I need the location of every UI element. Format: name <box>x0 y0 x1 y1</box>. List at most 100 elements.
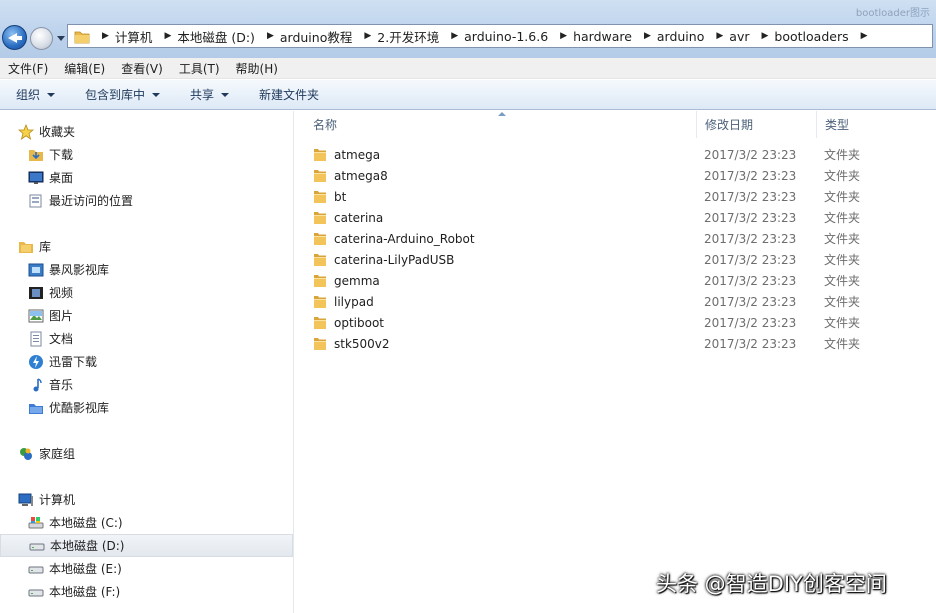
file-row[interactable]: caterina-Arduino_Robot 2017/3/2 23:23 文件夹 <box>305 228 925 249</box>
chevron-right-icon[interactable]: ▶ <box>156 31 173 41</box>
nav-item[interactable]: 迅雷下载 <box>0 350 293 373</box>
nav-item[interactable]: 本地磁盘 (E:) <box>0 557 293 580</box>
command-label: 共享 <box>190 88 215 102</box>
nav-item[interactable]: 暴风影视库 <box>0 258 293 281</box>
video-icon <box>28 285 44 301</box>
nav-item[interactable]: 计算机 <box>0 488 293 511</box>
breadcrumb-item[interactable]: 2.开发环境 <box>373 27 443 46</box>
nav-item[interactable]: 库 <box>0 235 293 258</box>
drive-icon <box>28 561 44 577</box>
nav-item[interactable]: 文档 <box>0 327 293 350</box>
chevron-right-icon[interactable]: ▶ <box>443 31 460 41</box>
menu-item[interactable]: 帮助(H) <box>236 60 278 77</box>
navigation-pane: 收藏夹下载桌面最近访问的位置库暴风影视库视频图片文档 迅雷下载 音乐 优酷影视库家庭组… <box>0 111 294 613</box>
chevron-right-icon[interactable]: ▶ <box>853 31 870 41</box>
nav-item[interactable]: 本地磁盘 (C:) <box>0 511 293 534</box>
file-name: stk500v2 <box>334 336 390 351</box>
back-button[interactable] <box>2 25 27 50</box>
folder-icon <box>313 231 327 246</box>
nav-item-label: 下载 <box>49 148 74 162</box>
command-button[interactable]: 新建文件夹 <box>259 86 319 103</box>
breadcrumb-item[interactable]: arduino教程 <box>276 27 356 46</box>
file-date: 2017/3/2 23:23 <box>704 273 797 288</box>
window-title: bootloader图示 <box>855 8 930 19</box>
breadcrumb-item[interactable]: 本地磁盘 (D:) <box>173 27 259 46</box>
nav-item-label: 桌面 <box>49 171 74 185</box>
nav-item-label: 本地磁盘 (E:) <box>49 562 122 576</box>
breadcrumb-item[interactable]: arduino <box>653 29 708 44</box>
nav-item[interactable]: 收藏夹 <box>0 120 293 143</box>
menu-item[interactable]: 工具(T) <box>179 60 220 77</box>
chevron-right-icon[interactable]: ▶ <box>356 31 373 41</box>
nav-item[interactable]: 本地磁盘 (F:) <box>0 580 293 603</box>
file-name: caterina-Arduino_Robot <box>334 231 475 246</box>
menu-item[interactable]: 查看(V) <box>121 60 163 77</box>
chevron-right-icon[interactable]: ▶ <box>636 31 653 41</box>
breadcrumb: 计算机 ▶ 本地磁盘 (D:) ▶ arduino教程 ▶ 2.开发环境 ▶ arduino-1… <box>111 27 870 46</box>
folder-icon <box>313 273 327 288</box>
nav-item-label: 本地磁盘 (C:) <box>49 516 123 530</box>
file-row[interactable]: stk500v2 2017/3/2 23:23 文件夹 <box>305 333 925 354</box>
column-date-header[interactable]: 修改日期 <box>697 111 817 138</box>
breadcrumb-item[interactable]: hardware <box>569 29 636 44</box>
chevron-down-icon <box>47 92 56 97</box>
chevron-right-icon[interactable]: ▶ <box>708 31 725 41</box>
file-row[interactable]: atmega 2017/3/2 23:23 文件夹 <box>305 144 925 165</box>
column-name-header[interactable]: 名称 <box>305 111 697 138</box>
nav-item[interactable]: 下载 <box>0 143 293 166</box>
nav-item[interactable]: 图片 <box>0 304 293 327</box>
nav-item-label: 图片 <box>49 309 74 323</box>
file-date: 2017/3/2 23:23 <box>704 147 797 162</box>
file-row[interactable]: gemma 2017/3/2 23:23 文件夹 <box>305 270 925 291</box>
nav-item[interactable]: 最近访问的位置 <box>0 189 293 212</box>
nav-item[interactable]: 本地磁盘 (D:) <box>0 534 293 557</box>
menu-item[interactable]: 文件(F) <box>8 60 48 77</box>
recent-pages-dropdown[interactable] <box>57 36 65 41</box>
file-row[interactable]: caterina-LilyPadUSB 2017/3/2 23:23 文件夹 <box>305 249 925 270</box>
nav-item[interactable]: 视频 <box>0 281 293 304</box>
file-row[interactable]: optiboot 2017/3/2 23:23 文件夹 <box>305 312 925 333</box>
file-date: 2017/3/2 23:23 <box>704 189 797 204</box>
column-type-header[interactable]: 类型 <box>817 111 936 138</box>
breadcrumb-item[interactable]: bootloaders <box>770 29 852 44</box>
nav-item[interactable]: 桌面 <box>0 166 293 189</box>
file-name: optiboot <box>334 315 385 330</box>
download-folder-icon <box>28 147 44 163</box>
command-button[interactable]: 组织 <box>16 86 56 103</box>
file-row[interactable]: bt 2017/3/2 23:23 文件夹 <box>305 186 925 207</box>
drive-icon <box>28 584 44 600</box>
folder-icon <box>313 315 327 330</box>
file-name: gemma <box>334 273 380 288</box>
file-row[interactable]: lilypad 2017/3/2 23:23 文件夹 <box>305 291 925 312</box>
menu-item[interactable]: 编辑(E) <box>64 60 105 77</box>
command-button[interactable]: 包含到库中 <box>85 86 161 103</box>
file-row[interactable]: atmega8 2017/3/2 23:23 文件夹 <box>305 165 925 186</box>
music-icon <box>28 377 44 393</box>
command-button[interactable]: 共享 <box>190 86 230 103</box>
breadcrumb-item[interactable]: arduino-1.6.6 <box>460 29 552 44</box>
chevron-right-icon[interactable]: ▶ <box>552 31 569 41</box>
folder-icon <box>74 30 90 43</box>
nav-item[interactable]: 家庭组 <box>0 442 293 465</box>
breadcrumb-item[interactable]: avr <box>725 29 753 44</box>
breadcrumb-item[interactable]: 计算机 <box>111 27 157 46</box>
watermark: 头条 @智造DIY创客空间 <box>656 572 887 596</box>
nav-item-label: 计算机 <box>39 493 76 507</box>
file-type: 文件夹 <box>824 190 861 204</box>
forward-button[interactable] <box>30 27 53 50</box>
file-name: caterina <box>334 210 384 225</box>
folder-icon <box>313 294 327 309</box>
chevron-right-icon[interactable]: ▶ <box>94 31 111 41</box>
file-row[interactable]: caterina 2017/3/2 23:23 文件夹 <box>305 207 925 228</box>
system-drive-icon <box>28 515 44 531</box>
address-bar[interactable]: ▶ 计算机 ▶ 本地磁盘 (D:) ▶ arduino教程 ▶ 2.开发环境 ▶ arduino… <box>67 24 933 48</box>
drive-icon <box>29 538 45 554</box>
nav-item-label: 视频 <box>49 286 74 300</box>
pictures-icon <box>28 308 44 324</box>
file-date: 2017/3/2 23:23 <box>704 336 797 351</box>
nav-item[interactable]: 音乐 <box>0 373 293 396</box>
file-name: caterina-LilyPadUSB <box>334 252 455 267</box>
chevron-right-icon[interactable]: ▶ <box>753 31 770 41</box>
nav-item[interactable]: 优酷影视库 <box>0 396 293 419</box>
chevron-right-icon[interactable]: ▶ <box>259 31 276 41</box>
